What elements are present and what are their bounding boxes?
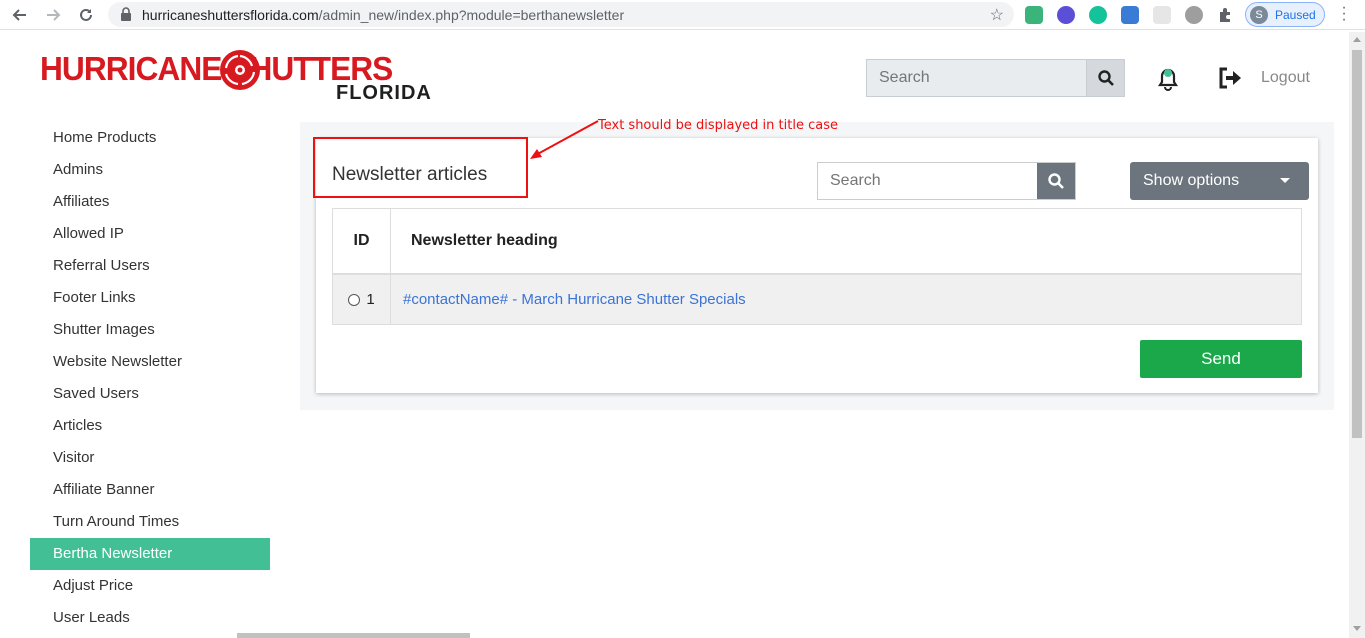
article-search-input[interactable]: [818, 163, 1037, 199]
sidebar-item-affiliate-banner[interactable]: Affiliate Banner: [30, 474, 270, 506]
header-search: [866, 59, 1125, 97]
sidebar-item-footer-links[interactable]: Footer Links: [30, 282, 270, 314]
profile-button[interactable]: S Paused: [1245, 2, 1325, 27]
article-search: [817, 162, 1076, 200]
column-header-id[interactable]: ID: [333, 209, 391, 273]
search-icon: [1097, 70, 1114, 86]
article-search-button[interactable]: [1037, 163, 1075, 199]
row-heading-cell: #contactName# - March Hurricane Shutter …: [391, 275, 746, 324]
logo[interactable]: HURRICANE SHUTTERS FLORIDA: [40, 44, 431, 106]
logout-label: Logout: [1261, 69, 1310, 86]
url-path: /admin_new/index.php?module=berthanewsle…: [318, 7, 625, 23]
column-header-heading[interactable]: Newsletter heading: [391, 209, 1301, 273]
send-button[interactable]: Send: [1140, 340, 1302, 378]
sidebar-item-shutter-images[interactable]: Shutter Images: [30, 314, 270, 346]
annotation-arrow-icon: [530, 120, 599, 159]
caret-down-icon: [1280, 178, 1290, 183]
url-host: hurricaneshuttersflorida.com: [142, 7, 319, 23]
logo-subtitle: FLORIDA: [336, 82, 432, 104]
bookmark-star-icon[interactable]: ☆: [990, 5, 1004, 25]
sidebar-item-adjust-price[interactable]: Adjust Price: [30, 570, 270, 602]
row-id-cell: 1: [333, 275, 391, 324]
row-heading-link[interactable]: #contactName# - March Hurricane Shutter …: [403, 291, 746, 308]
extension-mail-icon[interactable]: [1025, 6, 1043, 24]
extension-screen-icon[interactable]: [1121, 6, 1139, 24]
row-id: 1: [366, 291, 375, 308]
profile-avatar: S: [1250, 5, 1268, 24]
scroll-down-arrow-icon[interactable]: [1353, 626, 1361, 631]
extensions-puzzle-icon[interactable]: [1217, 6, 1235, 24]
sidebar-item-allowed-ip[interactable]: Allowed IP: [30, 218, 270, 250]
hurricane-swirl-icon: [220, 50, 260, 90]
sidebar-item-affiliates[interactable]: Affiliates: [30, 186, 270, 218]
logout-button[interactable]: Logout: [1218, 66, 1310, 90]
header-search-input[interactable]: [867, 60, 1086, 96]
address-bar[interactable]: hurricaneshuttersflorida.com/admin_new/i…: [108, 2, 1014, 27]
sidebar-item-referral-users[interactable]: Referral Users: [30, 250, 270, 282]
grammarly-icon[interactable]: [1089, 6, 1107, 24]
show-options-label: Show options: [1143, 172, 1240, 189]
sidebar-item-home-products[interactable]: Home Products: [30, 122, 270, 154]
browser-menu-icon[interactable]: · · ·: [1339, 0, 1349, 28]
newsletter-table: ID Newsletter heading 1 #contactName# - …: [332, 208, 1302, 325]
table-row: 1 #contactName# - March Hurricane Shutte…: [333, 275, 1301, 324]
extension-balloon-icon[interactable]: [1185, 6, 1203, 24]
annotation-highlight-box: [313, 137, 528, 198]
vertical-scrollbar[interactable]: [1349, 32, 1365, 638]
sidebar-item-visitor[interactable]: Visitor: [30, 442, 270, 474]
lock-icon: [120, 7, 132, 26]
notification-bell-icon[interactable]: [1155, 65, 1181, 93]
forward-arrow-icon[interactable]: [42, 4, 64, 26]
url-text: hurricaneshuttersflorida.com/admin_new/i…: [142, 7, 624, 23]
header-search-button[interactable]: [1086, 60, 1124, 96]
row-select-radio[interactable]: [348, 293, 361, 306]
reload-icon[interactable]: [75, 4, 97, 26]
sidebar-item-articles[interactable]: Articles: [30, 410, 270, 442]
sidebar-item-saved-users[interactable]: Saved Users: [30, 378, 270, 410]
search-icon: [1048, 173, 1064, 189]
sidebar-item-admins[interactable]: Admins: [30, 154, 270, 186]
back-arrow-icon[interactable]: [9, 4, 31, 26]
table-header-row: ID Newsletter heading: [333, 209, 1301, 275]
logout-icon: [1219, 67, 1241, 89]
sidebar-item-website-newsletter[interactable]: Website Newsletter: [30, 346, 270, 378]
scroll-up-arrow-icon[interactable]: [1353, 37, 1361, 42]
sidebar: Home Products Admins Affiliates Allowed …: [30, 122, 270, 634]
browser-toolbar: hurricaneshuttersflorida.com/admin_new/i…: [0, 0, 1365, 30]
profile-status: Paused: [1275, 7, 1316, 22]
show-options-dropdown[interactable]: Show options: [1130, 162, 1309, 200]
scrollbar-thumb[interactable]: [1352, 50, 1362, 438]
horizontal-scrollbar-thumb[interactable]: [237, 633, 470, 638]
extension-grid-icon[interactable]: [1153, 6, 1171, 24]
sidebar-item-bertha-newsletter[interactable]: Bertha Newsletter: [30, 538, 270, 570]
extension-check-icon[interactable]: [1057, 6, 1075, 24]
sidebar-item-user-leads[interactable]: User Leads: [30, 602, 270, 634]
sidebar-item-turn-around-times[interactable]: Turn Around Times: [30, 506, 270, 538]
annotation-text: Text should be displayed in title case: [598, 118, 838, 133]
